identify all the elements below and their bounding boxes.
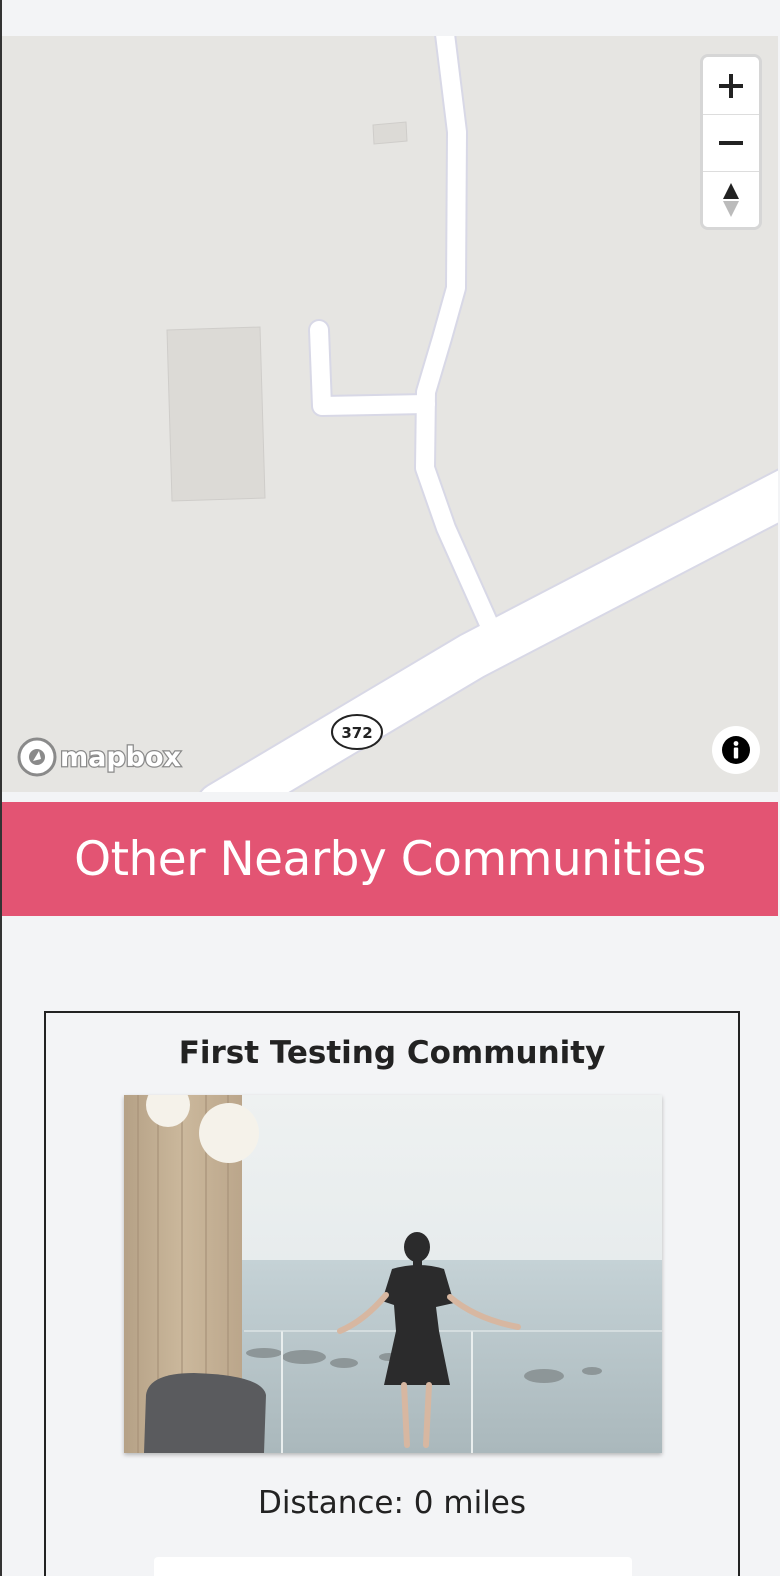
map-building <box>166 326 266 502</box>
minus-icon <box>719 141 743 145</box>
map-navigation-controls <box>700 54 762 230</box>
route-shield-372: 372 <box>331 714 383 750</box>
map-building <box>372 121 408 145</box>
route-shield-label: 372 <box>341 724 372 742</box>
community-card[interactable]: First Testing Community Distance: 0 mile… <box>44 1011 740 1576</box>
view-community-button[interactable] <box>154 1557 632 1576</box>
zoom-out-button[interactable] <box>703 114 759 171</box>
mapbox-logo-text: mapbox <box>60 742 181 773</box>
community-photo[interactable] <box>124 1095 662 1453</box>
nearby-communities-banner: Other Nearby Communities <box>2 802 778 916</box>
top-strip <box>2 0 780 36</box>
community-name[interactable]: First Testing Community <box>46 1035 738 1071</box>
reset-bearing-button[interactable] <box>703 171 759 227</box>
mapbox-logo-icon: mapbox <box>17 737 182 777</box>
compass-icon <box>723 183 739 217</box>
page: 372 mapbox Other Nearby Communities Firs… <box>0 0 780 1576</box>
community-photo-image <box>124 1095 662 1453</box>
map-canvas[interactable]: 372 <box>2 36 778 792</box>
plus-icon <box>719 73 743 98</box>
zoom-in-button[interactable] <box>703 57 759 114</box>
mapbox-logo[interactable]: mapbox <box>16 735 192 779</box>
map-view[interactable]: 372 mapbox <box>2 36 778 792</box>
section-heading: Other Nearby Communities <box>74 831 706 887</box>
community-distance: Distance: 0 miles <box>257 1485 527 1521</box>
info-icon <box>722 736 750 764</box>
attribution-button[interactable] <box>712 726 760 774</box>
